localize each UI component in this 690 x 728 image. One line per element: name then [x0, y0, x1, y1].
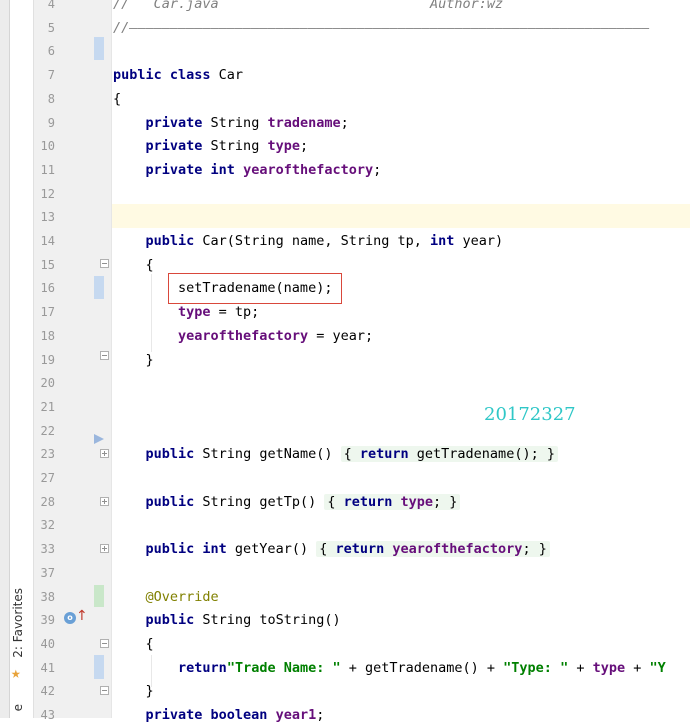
line-number[interactable]: 14 — [33, 230, 55, 254]
code-text[interactable]: public class Car — [113, 64, 243, 88]
line-number[interactable]: 15 — [33, 254, 55, 278]
code-text[interactable]: // Car.java Author:wz — [113, 0, 503, 17]
line-number[interactable]: 11 — [33, 159, 55, 183]
code-text[interactable]: @Override — [113, 586, 219, 610]
line-number[interactable]: 33 — [33, 538, 55, 562]
code-line[interactable]: 42 } — [0, 680, 690, 704]
line-number[interactable]: 19 — [33, 349, 55, 373]
line-number[interactable]: 17 — [33, 301, 55, 325]
code-text[interactable]: public String getTp() { return type; } — [113, 491, 461, 515]
code-line[interactable]: 27 — [0, 467, 690, 491]
annotation-highlight-box — [168, 273, 342, 304]
line-number[interactable]: 4 — [33, 0, 55, 17]
code-line[interactable]: 21 — [0, 396, 690, 420]
code-text[interactable]: } — [113, 349, 154, 373]
code-line[interactable]: 19 } — [0, 349, 690, 373]
line-number[interactable]: 5 — [33, 17, 55, 41]
code-text[interactable]: private String tradename; — [113, 112, 349, 136]
code-line[interactable]: 15 { — [0, 254, 690, 278]
line-number[interactable]: 27 — [33, 467, 55, 491]
code-line[interactable]: 28 public String getTp() { return type; … — [0, 491, 690, 515]
code-line[interactable]: 22 — [0, 420, 690, 444]
code-text[interactable]: } — [113, 680, 154, 704]
code-text[interactable]: yearofthefactory = year; — [113, 325, 373, 349]
code-line[interactable]: 38 @Override — [0, 586, 690, 610]
code-line[interactable]: 7 public class Car — [0, 64, 690, 88]
line-number[interactable]: 9 — [33, 112, 55, 136]
line-number[interactable]: 41 — [33, 657, 55, 681]
code-line[interactable]: 12 — [0, 183, 690, 207]
line-number[interactable]: 20 — [33, 372, 55, 396]
line-number[interactable]: 12 — [33, 183, 55, 207]
code-line[interactable]: 20 — [0, 372, 690, 396]
watermark-text: 20172327 — [484, 404, 576, 425]
line-number[interactable]: 39 — [33, 609, 55, 633]
code-line[interactable]: 39 public String toString() — [0, 609, 690, 633]
line-number[interactable]: 42 — [33, 680, 55, 704]
line-number[interactable]: 38 — [33, 586, 55, 610]
line-number[interactable]: 40 — [33, 633, 55, 657]
line-number[interactable]: 7 — [33, 64, 55, 88]
code-line[interactable]: 23 public String getName() { return getT… — [0, 443, 690, 467]
code-text[interactable]: type = tp; — [113, 301, 259, 325]
line-number[interactable]: 43 — [33, 704, 55, 728]
code-text[interactable]: { — [113, 633, 154, 657]
code-line[interactable]: 37 — [0, 562, 690, 586]
line-number[interactable]: 18 — [33, 325, 55, 349]
code-line[interactable]: 32 — [0, 514, 690, 538]
code-text[interactable]: private String type; — [113, 135, 309, 159]
line-number[interactable]: 10 — [33, 135, 55, 159]
code-line[interactable]: 4 // Car.java Author:wz — [0, 0, 690, 17]
code-line[interactable]: 13 — [0, 206, 690, 230]
code-line[interactable]: 11 private int yearofthefactory; — [0, 159, 690, 183]
line-number[interactable]: 23 — [33, 443, 55, 467]
line-number[interactable]: 16 — [33, 277, 55, 301]
code-line[interactable]: 8{ — [0, 88, 690, 112]
line-number[interactable]: 13 — [33, 206, 55, 230]
code-line[interactable]: 5 //—————————————————————————————————————… — [0, 17, 690, 41]
code-line[interactable]: 41 return"Trade Name: " + getTradename()… — [0, 657, 690, 681]
code-text[interactable]: { — [113, 254, 154, 278]
code-text[interactable]: private int yearofthefactory; — [113, 159, 382, 183]
code-text[interactable]: { — [113, 88, 121, 112]
code-line[interactable]: 14 public Car(String name, String tp, in… — [0, 230, 690, 254]
code-line[interactable]: 33 public int getYear() { return yearoft… — [0, 538, 690, 562]
code-line[interactable]: 10 private String type; — [0, 135, 690, 159]
code-line[interactable]: 40 { — [0, 633, 690, 657]
code-text[interactable]: private boolean year1; — [113, 704, 325, 728]
code-text[interactable]: public Car(String name, String tp, int y… — [113, 230, 504, 254]
code-line[interactable]: 9 private String tradename; — [0, 112, 690, 136]
code-text[interactable]: public String getName() { return getTrad… — [113, 443, 558, 467]
line-number[interactable]: 21 — [33, 396, 55, 420]
code-text[interactable]: public String toString() — [113, 609, 341, 633]
line-number[interactable]: 32 — [33, 514, 55, 538]
line-number[interactable]: 28 — [33, 491, 55, 515]
code-text[interactable]: public int getYear() { return yearofthef… — [113, 538, 550, 562]
line-number[interactable]: 22 — [33, 420, 55, 444]
line-number[interactable]: 6 — [33, 40, 55, 64]
code-line[interactable]: 6 — [0, 40, 690, 64]
line-number[interactable]: 37 — [33, 562, 55, 586]
code-text[interactable]: return"Trade Name: " + getTradename() + … — [113, 657, 666, 681]
line-number[interactable]: 8 — [33, 88, 55, 112]
code-line[interactable]: 18 yearofthefactory = year; — [0, 325, 690, 349]
code-text[interactable]: //——————————————————————————————————————… — [113, 17, 649, 41]
code-line[interactable]: 16 setTradename(name); — [0, 277, 690, 301]
code-line[interactable]: 43 private boolean year1; — [0, 704, 690, 728]
code-line[interactable]: 17 type = tp; — [0, 301, 690, 325]
